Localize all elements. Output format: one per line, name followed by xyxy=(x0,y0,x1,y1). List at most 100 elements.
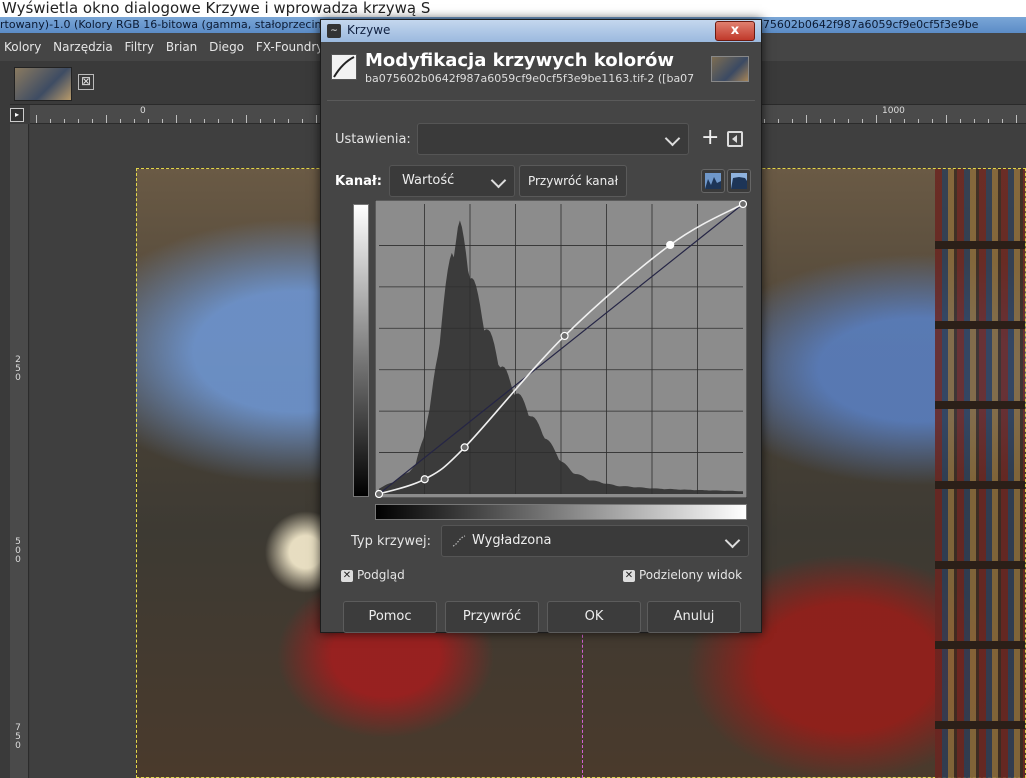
presets-dropdown[interactable] xyxy=(417,123,689,155)
ruler-tick xyxy=(820,119,821,123)
linear-histogram-button[interactable] xyxy=(701,169,725,193)
chevron-down-icon xyxy=(724,532,741,549)
ruler-tick xyxy=(862,119,863,123)
dialog-titlebar[interactable]: ~ Krzywe x xyxy=(321,20,761,42)
ruler-tick xyxy=(288,119,289,123)
ruler-tick xyxy=(932,119,933,123)
curve-type-dropdown[interactable]: Wygładzona xyxy=(441,525,749,557)
ruler-tick xyxy=(918,119,919,123)
ruler-tick xyxy=(274,119,275,123)
ruler-tick xyxy=(1002,119,1003,123)
ruler-tick xyxy=(148,119,149,123)
ruler-tick xyxy=(806,115,807,123)
input-gradient-bar xyxy=(375,504,747,520)
curve-control-point[interactable] xyxy=(460,443,469,452)
ruler-tick xyxy=(134,119,135,123)
menu-brian[interactable]: Brian xyxy=(162,33,201,61)
dialog-subheading: ba075602b0642f987a6059cf9e0cf5f3e9be1163… xyxy=(365,72,695,85)
navigate-icon[interactable]: ▸ xyxy=(10,108,24,122)
ruler-label-1000: 1000 xyxy=(882,106,905,116)
menu-diego[interactable]: Diego xyxy=(205,33,248,61)
tab-close-icon[interactable]: ⊠ xyxy=(78,74,94,90)
ruler-tick xyxy=(316,115,317,123)
ruler-tick xyxy=(246,115,247,123)
logarithmic-histogram-button[interactable] xyxy=(727,169,751,193)
ruler-tick xyxy=(792,119,793,123)
dialog-body: Modyfikacja krzywych kolorów ba075602b06… xyxy=(327,44,755,633)
ruler-tick xyxy=(834,119,835,123)
channel-dropdown[interactable]: Wartość xyxy=(389,165,515,197)
curve-control-point[interactable] xyxy=(374,489,384,499)
ruler-tick xyxy=(120,119,121,123)
reset-button[interactable]: Przywróć xyxy=(445,601,539,633)
ruler-tick xyxy=(778,119,779,123)
linear-histogram-icon xyxy=(705,173,721,189)
dialog-heading: Modyfikacja krzywych kolorów xyxy=(365,50,675,71)
reset-channel-button[interactable]: Przywróć kanał xyxy=(519,165,627,197)
cancel-button[interactable]: Anuluj xyxy=(647,601,741,633)
ruler-tick xyxy=(36,115,37,123)
chevron-down-icon xyxy=(490,172,507,189)
menu-narzedzia[interactable]: Narzędzia xyxy=(49,33,117,61)
image-tab-thumbnail[interactable] xyxy=(14,67,72,101)
ruler-tick xyxy=(162,119,163,123)
ruler-tick xyxy=(190,119,191,123)
ruler-tick xyxy=(946,115,947,123)
ok-button[interactable]: OK xyxy=(547,601,641,633)
curves-dialog: ~ Krzywe x Modyfikacja krzywych kolorów … xyxy=(320,19,762,633)
image-thumbnail xyxy=(711,56,749,82)
vertical-ruler[interactable]: 2 5 0 5 0 0 7 5 0 xyxy=(10,124,29,778)
ruler-tick xyxy=(232,119,233,123)
split-view-checkbox[interactable]: ✕ xyxy=(623,570,635,582)
ruler-tick xyxy=(876,115,877,123)
curves-editor[interactable] xyxy=(374,199,748,499)
ruler-tick xyxy=(204,119,205,123)
shelf-lines xyxy=(935,169,1025,778)
curve-control-point[interactable] xyxy=(560,331,569,341)
ruler-tick xyxy=(960,119,961,123)
screenshot-caption: Wyświetla okno dialogowe Krzywe i wprowa… xyxy=(0,0,1026,17)
channel-label: Kanał: xyxy=(335,174,382,189)
ruler-tick xyxy=(78,119,79,123)
menu-fx-foundry[interactable]: FX-Foundry xyxy=(252,33,328,61)
ruler-tick xyxy=(106,115,107,123)
preview-label[interactable]: Podgląd xyxy=(357,568,405,582)
presets-label: Ustawienia: xyxy=(335,132,411,147)
ruler-tick xyxy=(848,119,849,123)
chevron-down-icon xyxy=(664,130,681,147)
ruler-tick xyxy=(890,119,891,123)
ruler-tick xyxy=(92,119,93,123)
dialog-title: Krzywe xyxy=(347,23,391,37)
ruler-tick xyxy=(988,119,989,123)
add-preset-button[interactable]: + xyxy=(701,124,719,152)
curves-graph[interactable] xyxy=(374,199,748,499)
left-gutter xyxy=(0,104,10,778)
ruler-tick xyxy=(1016,115,1017,123)
ruler-label-750: 7 5 0 xyxy=(15,723,21,751)
ruler-label-250: 2 5 0 xyxy=(15,355,21,383)
curves-icon: ~ xyxy=(327,24,341,38)
curve-control-point[interactable] xyxy=(666,240,675,250)
ruler-tick xyxy=(904,119,905,123)
curve-control-point[interactable] xyxy=(420,475,429,484)
ruler-tick xyxy=(50,119,51,123)
ruler-tick xyxy=(302,119,303,123)
curve-control-point[interactable] xyxy=(738,199,748,209)
preset-menu-icon[interactable] xyxy=(727,131,743,147)
logarithmic-histogram-icon xyxy=(731,173,747,189)
ruler-tick xyxy=(218,119,219,123)
smooth-curve-icon xyxy=(452,535,466,547)
dialog-header: Modyfikacja krzywych kolorów ba075602b06… xyxy=(327,50,755,94)
output-gradient-bar xyxy=(353,204,369,497)
header-separator xyxy=(327,100,755,101)
ruler-tick xyxy=(260,119,261,123)
help-button[interactable]: Pomoc xyxy=(343,601,437,633)
close-button[interactable]: x xyxy=(715,21,755,41)
curve-type-label: Typ krzywej: xyxy=(351,534,432,549)
ruler-label-500: 5 0 0 xyxy=(15,537,21,565)
menu-filtry[interactable]: Filtry xyxy=(121,33,158,61)
curve-type-value: Wygładzona xyxy=(472,533,552,548)
preview-checkbox[interactable]: ✕ xyxy=(341,570,353,582)
menu-kolory[interactable]: Kolory xyxy=(0,33,45,61)
split-view-label[interactable]: Podzielony widok xyxy=(639,568,742,582)
